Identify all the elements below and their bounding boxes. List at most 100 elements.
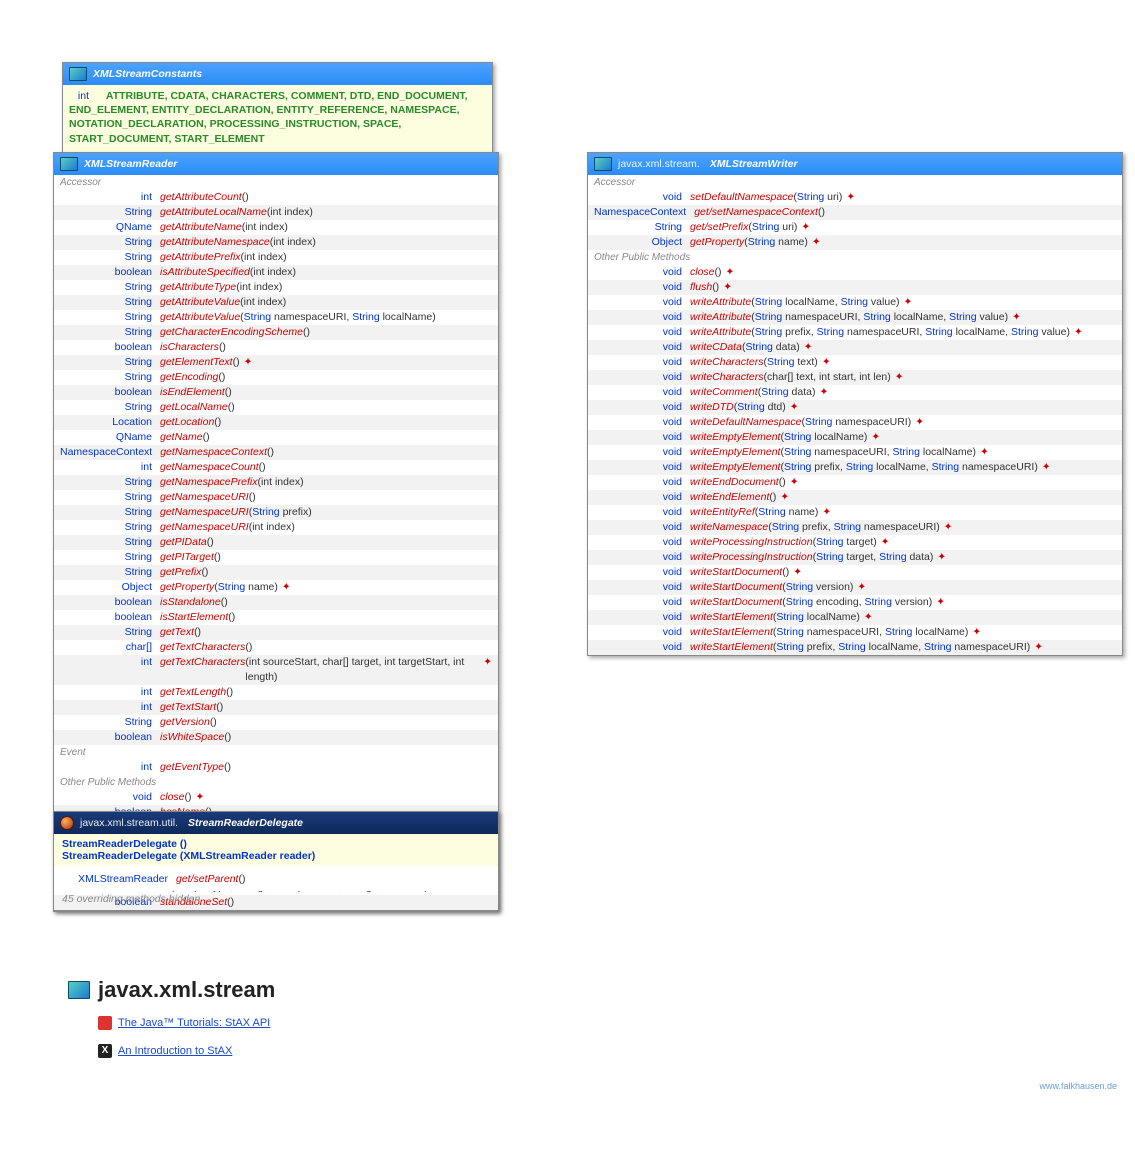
section-label: Event: [54, 745, 498, 760]
method-sig: (String prefix, String localName, String…: [780, 460, 1037, 475]
method-sig: (String uri): [793, 190, 842, 205]
constructors: StreamReaderDelegate () StreamReaderDele…: [54, 834, 498, 866]
return-type: XMLStreamReader: [60, 872, 176, 887]
method-sig: (): [203, 430, 210, 445]
method-name: getEncoding: [160, 370, 218, 385]
link-text[interactable]: The Java™ Tutorials: StAX API: [118, 1017, 270, 1029]
method-name: getNamespacePrefix: [160, 475, 257, 490]
external-link[interactable]: X An Introduction to StAX: [98, 1044, 232, 1058]
method-row: intgetEventType (): [54, 760, 498, 775]
return-type: String: [60, 475, 160, 490]
throws-icon: ✦: [804, 340, 813, 355]
method-name: getTextLength: [160, 685, 226, 700]
return-type: String: [60, 280, 160, 295]
method-sig: (): [226, 685, 233, 700]
method-row: StringgetLocalName (): [54, 400, 498, 415]
return-type: String: [60, 565, 160, 580]
box-header: XMLStreamReader: [54, 153, 498, 175]
return-type: String: [60, 370, 160, 385]
throws-icon: ✦: [780, 490, 789, 505]
class-title: XMLStreamConstants: [93, 68, 202, 80]
method-row: voidwriteProcessingInstruction (String t…: [588, 535, 1122, 550]
method-row: voidsetDefaultNamespace (String uri)✦: [588, 190, 1122, 205]
method-name: getNamespaceCount: [160, 460, 259, 475]
method-row: Stringget/setPrefix (String uri)✦: [588, 220, 1122, 235]
method-row: intgetAttributeCount (): [54, 190, 498, 205]
link-text[interactable]: An Introduction to StAX: [118, 1045, 232, 1057]
method-row: StringgetElementText ()✦: [54, 355, 498, 370]
method-sig: (int index): [257, 475, 303, 490]
method-sig: (): [233, 355, 240, 370]
interface-icon: [60, 157, 78, 171]
method-sig: (): [249, 490, 256, 505]
method-name: getNamespaceURI: [160, 490, 249, 505]
method-name: isStartElement: [160, 610, 228, 625]
method-name: getAttributeName: [160, 220, 242, 235]
return-type: void: [594, 640, 690, 655]
method-row: voidwriteStartElement (String prefix, St…: [588, 640, 1122, 655]
method-name: getProperty: [690, 235, 744, 250]
section-label: Accessor: [588, 175, 1122, 190]
return-type: int: [60, 760, 160, 775]
method-sig: (String target): [813, 535, 877, 550]
throws-icon: ✦: [864, 610, 873, 625]
method-sig: (): [818, 205, 825, 220]
method-name: isWhiteSpace: [160, 730, 224, 745]
method-name: getTextCharacters: [160, 640, 245, 655]
method-row: voidwriteDTD (String dtd)✦: [588, 400, 1122, 415]
throws-icon: ✦: [937, 550, 946, 565]
method-name: writeEmptyElement: [690, 445, 780, 460]
return-type: void: [594, 280, 690, 295]
return-type: String: [60, 505, 160, 520]
method-sig: (int index): [236, 280, 282, 295]
return-type: void: [594, 385, 690, 400]
method-name: get/setParent: [176, 872, 238, 887]
method-row: booleanisWhiteSpace (): [54, 730, 498, 745]
method-name: getTextStart: [160, 700, 216, 715]
method-sig: (String namespaceURI, String localName): [240, 310, 436, 325]
return-type: void: [594, 415, 690, 430]
method-name: isStandalone: [160, 595, 221, 610]
return-type: String: [594, 220, 690, 235]
throws-icon: ✦: [812, 235, 821, 250]
method-name: isAttributeSpecified: [160, 265, 250, 280]
method-sig: (): [218, 370, 225, 385]
method-row: voidwriteStartDocument ()✦: [588, 565, 1122, 580]
method-sig: (): [194, 625, 201, 640]
method-sig: (): [221, 595, 228, 610]
method-sig: (): [185, 790, 192, 805]
return-type: Object: [594, 235, 690, 250]
method-row: NamespaceContextget/setNamespaceContext …: [588, 205, 1122, 220]
method-row: voidwriteStartElement (String namespaceU…: [588, 625, 1122, 640]
method-name: writeStartDocument: [690, 595, 782, 610]
throws-icon: ✦: [871, 430, 880, 445]
throws-icon: ✦: [282, 580, 291, 595]
method-row: voidwriteStartDocument (String encoding,…: [588, 595, 1122, 610]
method-row: StringgetAttributeValue (String namespac…: [54, 310, 498, 325]
return-type: String: [60, 520, 160, 535]
method-row: voidwriteAttribute (String prefix, Strin…: [588, 325, 1122, 340]
return-type: String: [60, 310, 160, 325]
return-type: char[]: [60, 640, 160, 655]
return-type: void: [594, 295, 690, 310]
constants-body: int ATTRIBUTE, CDATA, CHARACTERS, COMMEN…: [63, 85, 492, 152]
return-type: void: [594, 610, 690, 625]
method-row: StringgetAttributeNamespace (int index): [54, 235, 498, 250]
method-row: voidwriteStartDocument (String version)✦: [588, 580, 1122, 595]
method-name: isCharacters: [160, 340, 219, 355]
method-sig: (int index): [250, 265, 296, 280]
method-row: intgetTextCharacters (int sourceStart, c…: [54, 655, 498, 685]
return-type: void: [594, 520, 690, 535]
method-name: setDefaultNamespace: [690, 190, 793, 205]
method-sig: (String data): [742, 340, 800, 355]
external-link[interactable]: The Java™ Tutorials: StAX API: [98, 1016, 270, 1030]
method-name: flush: [690, 280, 712, 295]
box-header: javax.xml.stream. XMLStreamWriter: [588, 153, 1122, 175]
method-sig: (int index): [249, 520, 295, 535]
method-sig: (String namespaceURI, String localName): [780, 445, 976, 460]
method-sig: (String name): [755, 505, 819, 520]
method-name: getLocalName: [160, 400, 228, 415]
throws-icon: ✦: [972, 625, 981, 640]
method-sig: (): [224, 730, 231, 745]
return-type: void: [594, 580, 690, 595]
